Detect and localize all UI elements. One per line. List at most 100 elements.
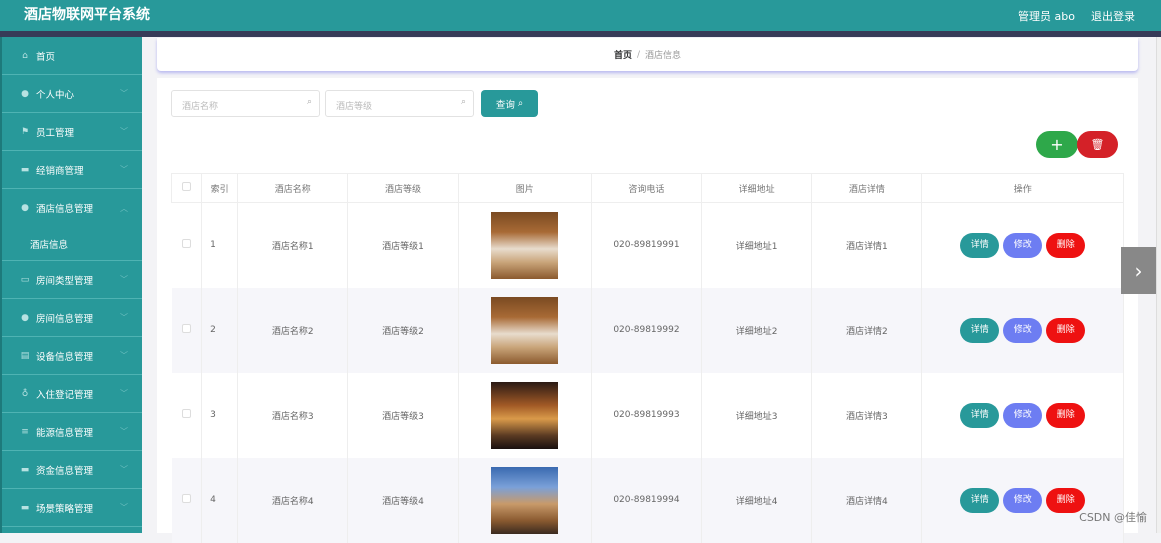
row-checkbox-cell	[171, 202, 203, 288]
detail-button[interactable]: 详情	[960, 402, 1000, 428]
sidebar-item[interactable]: ▬ 经销商管理 ﹀	[2, 151, 142, 189]
location-icon: ●	[21, 312, 29, 323]
chevron-down-icon: ﹀	[120, 313, 128, 322]
breadcrumb-home[interactable]: 首页	[614, 48, 632, 61]
chevron-up-icon: ︿	[120, 203, 128, 213]
row-checkbox[interactable]	[181, 239, 191, 249]
row-checkbox-cell	[171, 287, 203, 373]
select-all-checkbox[interactable]	[182, 182, 192, 191]
image-cell	[458, 457, 592, 543]
column-header: 索引	[201, 173, 239, 203]
query-button[interactable]: 查询 ⌕	[481, 90, 538, 117]
column-header: 咨询电话	[590, 173, 703, 203]
column-header: 图片	[457, 173, 592, 203]
search-icon: ⌕	[517, 98, 524, 109]
chevron-down-icon: ﹀	[120, 465, 128, 474]
level-cell: 酒店等级2	[347, 287, 459, 373]
delete-button[interactable]: 删除	[1046, 402, 1086, 428]
chevron-down-icon: ﹀	[120, 127, 128, 136]
image-cell	[458, 372, 592, 458]
content-panel: 酒店名称 ⌕ 酒店等级 ⌕ 查询 ⌕ + 🗑 索引 酒店名称 酒店等级 图片 咨询电话 详细地…	[157, 78, 1138, 543]
sidebar-item-label: 设备信息管理	[36, 351, 94, 363]
sidebar-item[interactable]: ● 个人中心 ﹀	[2, 75, 142, 113]
detail-cell: 酒店详情4	[811, 457, 923, 543]
next-arrow-button[interactable]: ›	[1121, 247, 1156, 294]
message-icon: ▭	[20, 274, 30, 285]
row-checkbox[interactable]	[181, 409, 191, 418]
column-header: 详细地址	[701, 173, 813, 203]
image-cell	[458, 202, 592, 288]
hotel-image	[491, 466, 559, 534]
list-icon: ≡	[21, 426, 29, 437]
sidebar-subitem-hotel-info[interactable]: 酒店信息	[2, 227, 142, 261]
row-checkbox[interactable]	[181, 324, 191, 333]
index-cell: 4	[201, 457, 239, 543]
sidebar-item-label: 入住登记管理	[36, 389, 94, 401]
edit-button[interactable]: 修改	[1003, 317, 1043, 343]
column-header: 酒店详情	[811, 173, 923, 203]
sidebar-item[interactable]: ▭ 房间类型管理 ﹀	[2, 261, 142, 299]
index-cell: 1	[201, 202, 239, 288]
hotel-level-search-input[interactable]: 酒店等级 ⌕	[325, 90, 474, 117]
address-cell: 详细地址2	[701, 287, 813, 373]
add-button[interactable]: +	[1036, 131, 1078, 158]
sidebar-item[interactable]: ≡ 能源信息管理 ﹀	[2, 413, 142, 451]
phone-cell: 020-89819993	[591, 372, 703, 458]
chevron-down-icon: ﹀	[120, 503, 128, 512]
briefcase-icon: ▬	[20, 502, 30, 513]
sidebar-item-label: 房间信息管理	[36, 313, 94, 325]
detail-button[interactable]: 详情	[960, 487, 1000, 513]
sidebar-item-label: 员工管理	[36, 127, 75, 139]
edit-button[interactable]: 修改	[1003, 232, 1043, 258]
sidebar-item[interactable]: ● 酒店信息管理 ︿	[2, 189, 142, 227]
actions-cell: 详情 修改 删除	[921, 372, 1124, 458]
chevron-down-icon: ﹀	[120, 389, 128, 398]
image-cell	[458, 287, 592, 373]
detail-button[interactable]: 详情	[960, 317, 1000, 343]
delete-button[interactable]: 删除	[1046, 232, 1086, 258]
detail-cell: 酒店详情2	[811, 287, 923, 373]
sidebar-item[interactable]: ● 房间信息管理 ﹀	[2, 299, 142, 337]
column-header: 酒店等级	[347, 173, 459, 203]
detail-cell: 酒店详情3	[811, 372, 923, 458]
sidebar-item[interactable]: ⌂ 首页	[2, 37, 142, 75]
column-header: 操作	[921, 173, 1124, 203]
actions-cell: 详情 修改 删除	[921, 287, 1124, 373]
trash-icon: 🗑	[1090, 138, 1105, 151]
sidebar-item[interactable]: ▬ 场景策略管理 ﹀	[2, 489, 142, 527]
sidebar-item[interactable]: ▬ 资金信息管理 ﹀	[2, 451, 142, 489]
chevron-down-icon: ﹀	[120, 351, 128, 360]
query-label: 查询	[495, 99, 515, 111]
sidebar-item-label: 个人中心	[36, 89, 75, 101]
user-icon: ●	[21, 88, 29, 99]
sidebar: ⌂ 首页 ● 个人中心 ﹀ ⚑ 员工管理 ﹀ ▬ 经销商管理 ﹀ ● 酒店信息管理 ︿ 酒店信息 ▭ 房间类型管…	[0, 37, 142, 533]
sidebar-item[interactable]: ▤ 设备信息管理 ﹀	[2, 337, 142, 375]
hotel-image	[491, 211, 559, 279]
logout-link[interactable]: 退出登录	[1091, 8, 1135, 24]
batch-delete-button[interactable]: 🗑	[1077, 131, 1118, 158]
edit-button[interactable]: 修改	[1003, 487, 1043, 513]
edit-button[interactable]: 修改	[1003, 402, 1043, 428]
row-checkbox[interactable]	[181, 494, 191, 503]
address-cell: 详细地址4	[701, 457, 813, 543]
sidebar-item[interactable]: ♁ 入住登记管理 ﹀	[2, 375, 142, 413]
sidebar-item-label: 酒店信息管理	[36, 204, 94, 215]
table-row: 3 酒店名称3 酒店等级3 020-89819993 详细地址3 酒店详情3 详…	[171, 372, 1124, 458]
name-cell: 酒店名称1	[237, 202, 349, 288]
hotel-name-search-input[interactable]: 酒店名称 ⌕	[171, 90, 320, 117]
sidebar-item[interactable]: ⚑ 员工管理 ﹀	[2, 113, 142, 151]
level-cell: 酒店等级1	[347, 202, 459, 288]
wallet-icon: ▬	[20, 464, 30, 475]
detail-button[interactable]: 详情	[960, 232, 1000, 258]
address-cell: 详细地址1	[701, 202, 813, 288]
chevron-down-icon: ﹀	[120, 275, 128, 284]
index-cell: 2	[201, 287, 239, 373]
name-cell: 酒店名称4	[237, 457, 349, 543]
column-header: 酒店名称	[237, 173, 349, 203]
row-checkbox-cell	[171, 457, 203, 543]
select-all-checkbox-cell	[170, 173, 203, 203]
scrollbar[interactable]	[1156, 37, 1161, 533]
delete-button[interactable]: 删除	[1046, 317, 1086, 343]
hotel-image	[491, 296, 559, 364]
sidebar-item-label: 资金信息管理	[36, 465, 94, 477]
